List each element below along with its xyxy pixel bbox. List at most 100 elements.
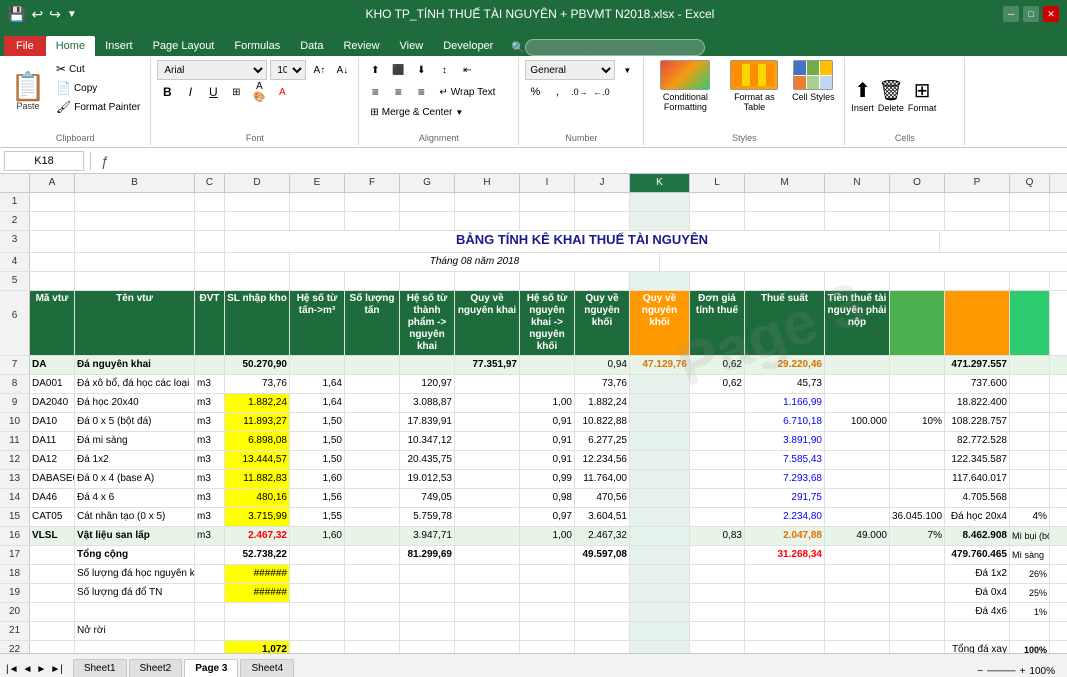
- cell-D7[interactable]: 50.270,90: [225, 356, 290, 374]
- sheet-nav-buttons[interactable]: |◄ ◄ ► ►|: [4, 662, 65, 677]
- cell-M8[interactable]: 45,73: [745, 375, 825, 393]
- cell-M1[interactable]: [745, 193, 825, 211]
- cell-L5[interactable]: [690, 272, 745, 290]
- cell-K19[interactable]: [630, 584, 690, 602]
- copy-button[interactable]: 📄 Copy: [52, 79, 144, 97]
- cell-H20[interactable]: [455, 603, 520, 621]
- cell-D15[interactable]: 3.715,99: [225, 508, 290, 526]
- cell-E22[interactable]: [290, 641, 345, 653]
- cell-G13[interactable]: 19.012,53: [400, 470, 455, 488]
- increase-decimal-button[interactable]: .0→: [569, 82, 589, 102]
- format-table-btn[interactable]: Format as Table: [724, 60, 784, 112]
- col-header-G[interactable]: G: [400, 174, 455, 192]
- cell-J10[interactable]: 10.822,88: [575, 413, 630, 431]
- cell-Q13[interactable]: [1010, 470, 1050, 488]
- cell-G14[interactable]: 749,05: [400, 489, 455, 507]
- cell-P2[interactable]: [945, 212, 1010, 230]
- font-color-button[interactable]: A: [272, 82, 292, 102]
- cell-B20[interactable]: [75, 603, 195, 621]
- save-icon[interactable]: 💾: [8, 6, 25, 23]
- cell-K13[interactable]: [630, 470, 690, 488]
- cell-G11[interactable]: 10.347,12: [400, 432, 455, 450]
- cell-D21[interactable]: [225, 622, 290, 640]
- cell-A7[interactable]: DA: [30, 356, 75, 374]
- cell-D14[interactable]: 480,16: [225, 489, 290, 507]
- cell-A1[interactable]: [30, 193, 75, 211]
- cell-A19[interactable]: [30, 584, 75, 602]
- cell-K22[interactable]: [630, 641, 690, 653]
- col-header-P[interactable]: P: [945, 174, 1010, 192]
- bold-button[interactable]: B: [157, 82, 177, 102]
- text-direction-button[interactable]: ↕: [434, 60, 454, 80]
- close-button[interactable]: ✕: [1043, 6, 1059, 22]
- cell-H11[interactable]: [455, 432, 520, 450]
- cell-J7[interactable]: 0,94: [575, 356, 630, 374]
- col-header-O[interactable]: O: [890, 174, 945, 192]
- cell-L14[interactable]: [690, 489, 745, 507]
- cell-B22[interactable]: [75, 641, 195, 653]
- cell-C14[interactable]: m3: [195, 489, 225, 507]
- cell-Q16[interactable]: Mì bụi (bột đ: [1010, 527, 1050, 545]
- cell-C11[interactable]: m3: [195, 432, 225, 450]
- cell-L2[interactable]: [690, 212, 745, 230]
- col-header-Q[interactable]: Q: [1010, 174, 1050, 192]
- cell-I10[interactable]: 0,91: [520, 413, 575, 431]
- cell-E2[interactable]: [290, 212, 345, 230]
- sheet-last-button[interactable]: ►|: [48, 662, 65, 677]
- zoom-in-button[interactable]: +: [1020, 666, 1026, 677]
- cell-B19[interactable]: Số lượng đá đổ TN: [75, 584, 195, 602]
- cell-L21[interactable]: [690, 622, 745, 640]
- cell-A15[interactable]: CAT05: [30, 508, 75, 526]
- cell-E19[interactable]: [290, 584, 345, 602]
- sheet-prev-button[interactable]: ◄: [21, 662, 35, 677]
- cell-I16[interactable]: 1,00: [520, 527, 575, 545]
- cell-I21[interactable]: [520, 622, 575, 640]
- cell-D3-title[interactable]: BẢNG TÍNH KÊ KHAI THUẾ TÀI NGUYÊN: [225, 231, 940, 252]
- cell-K18[interactable]: [630, 565, 690, 583]
- cell-I19[interactable]: [520, 584, 575, 602]
- cell-A10[interactable]: DA10: [30, 413, 75, 431]
- tab-formulas[interactable]: Formulas: [224, 36, 290, 56]
- undo-icon[interactable]: ↩: [31, 6, 43, 23]
- cell-P12[interactable]: 122.345.587: [945, 451, 1010, 469]
- cell-A14[interactable]: DA46: [30, 489, 75, 507]
- cell-Q11[interactable]: [1010, 432, 1050, 450]
- cell-F2[interactable]: [345, 212, 400, 230]
- cell-N14[interactable]: [825, 489, 890, 507]
- cell-L20[interactable]: [690, 603, 745, 621]
- col-header-K[interactable]: K: [630, 174, 690, 192]
- cell-F15[interactable]: [345, 508, 400, 526]
- cell-C16[interactable]: m3: [195, 527, 225, 545]
- cell-I9[interactable]: 1,00: [520, 394, 575, 412]
- cell-C12[interactable]: m3: [195, 451, 225, 469]
- sheet-tab-4[interactable]: Sheet4: [240, 659, 294, 677]
- cell-F19[interactable]: [345, 584, 400, 602]
- cell-N13[interactable]: [825, 470, 890, 488]
- cell-P1[interactable]: [945, 193, 1010, 211]
- cell-M5[interactable]: [745, 272, 825, 290]
- cell-J13[interactable]: 11.764,00: [575, 470, 630, 488]
- decrease-font-button[interactable]: A↓: [332, 60, 352, 80]
- cell-E16[interactable]: 1,60: [290, 527, 345, 545]
- cell-I18[interactable]: [520, 565, 575, 583]
- cell-F22[interactable]: [345, 641, 400, 653]
- cell-E14[interactable]: 1,56: [290, 489, 345, 507]
- cell-J1[interactable]: [575, 193, 630, 211]
- redo-icon[interactable]: ↪: [49, 6, 61, 23]
- border-button[interactable]: ⊞: [226, 82, 246, 102]
- cell-Q6[interactable]: [1010, 291, 1050, 355]
- cell-C21[interactable]: [195, 622, 225, 640]
- cell-A12[interactable]: DA12: [30, 451, 75, 469]
- cell-Q9[interactable]: [1010, 394, 1050, 412]
- cell-B6[interactable]: Tên vtư: [75, 291, 195, 355]
- cell-E7[interactable]: [290, 356, 345, 374]
- cell-A2[interactable]: [30, 212, 75, 230]
- cell-N21[interactable]: [825, 622, 890, 640]
- sheet-tab-page3[interactable]: Page 3: [184, 659, 238, 677]
- cell-J20[interactable]: [575, 603, 630, 621]
- decrease-decimal-button[interactable]: ←.0: [591, 82, 611, 102]
- cell-K17[interactable]: [630, 546, 690, 564]
- cell-M13[interactable]: 7.293,68: [745, 470, 825, 488]
- cell-F6[interactable]: Số lượng tấn: [345, 291, 400, 355]
- cell-K2[interactable]: [630, 212, 690, 230]
